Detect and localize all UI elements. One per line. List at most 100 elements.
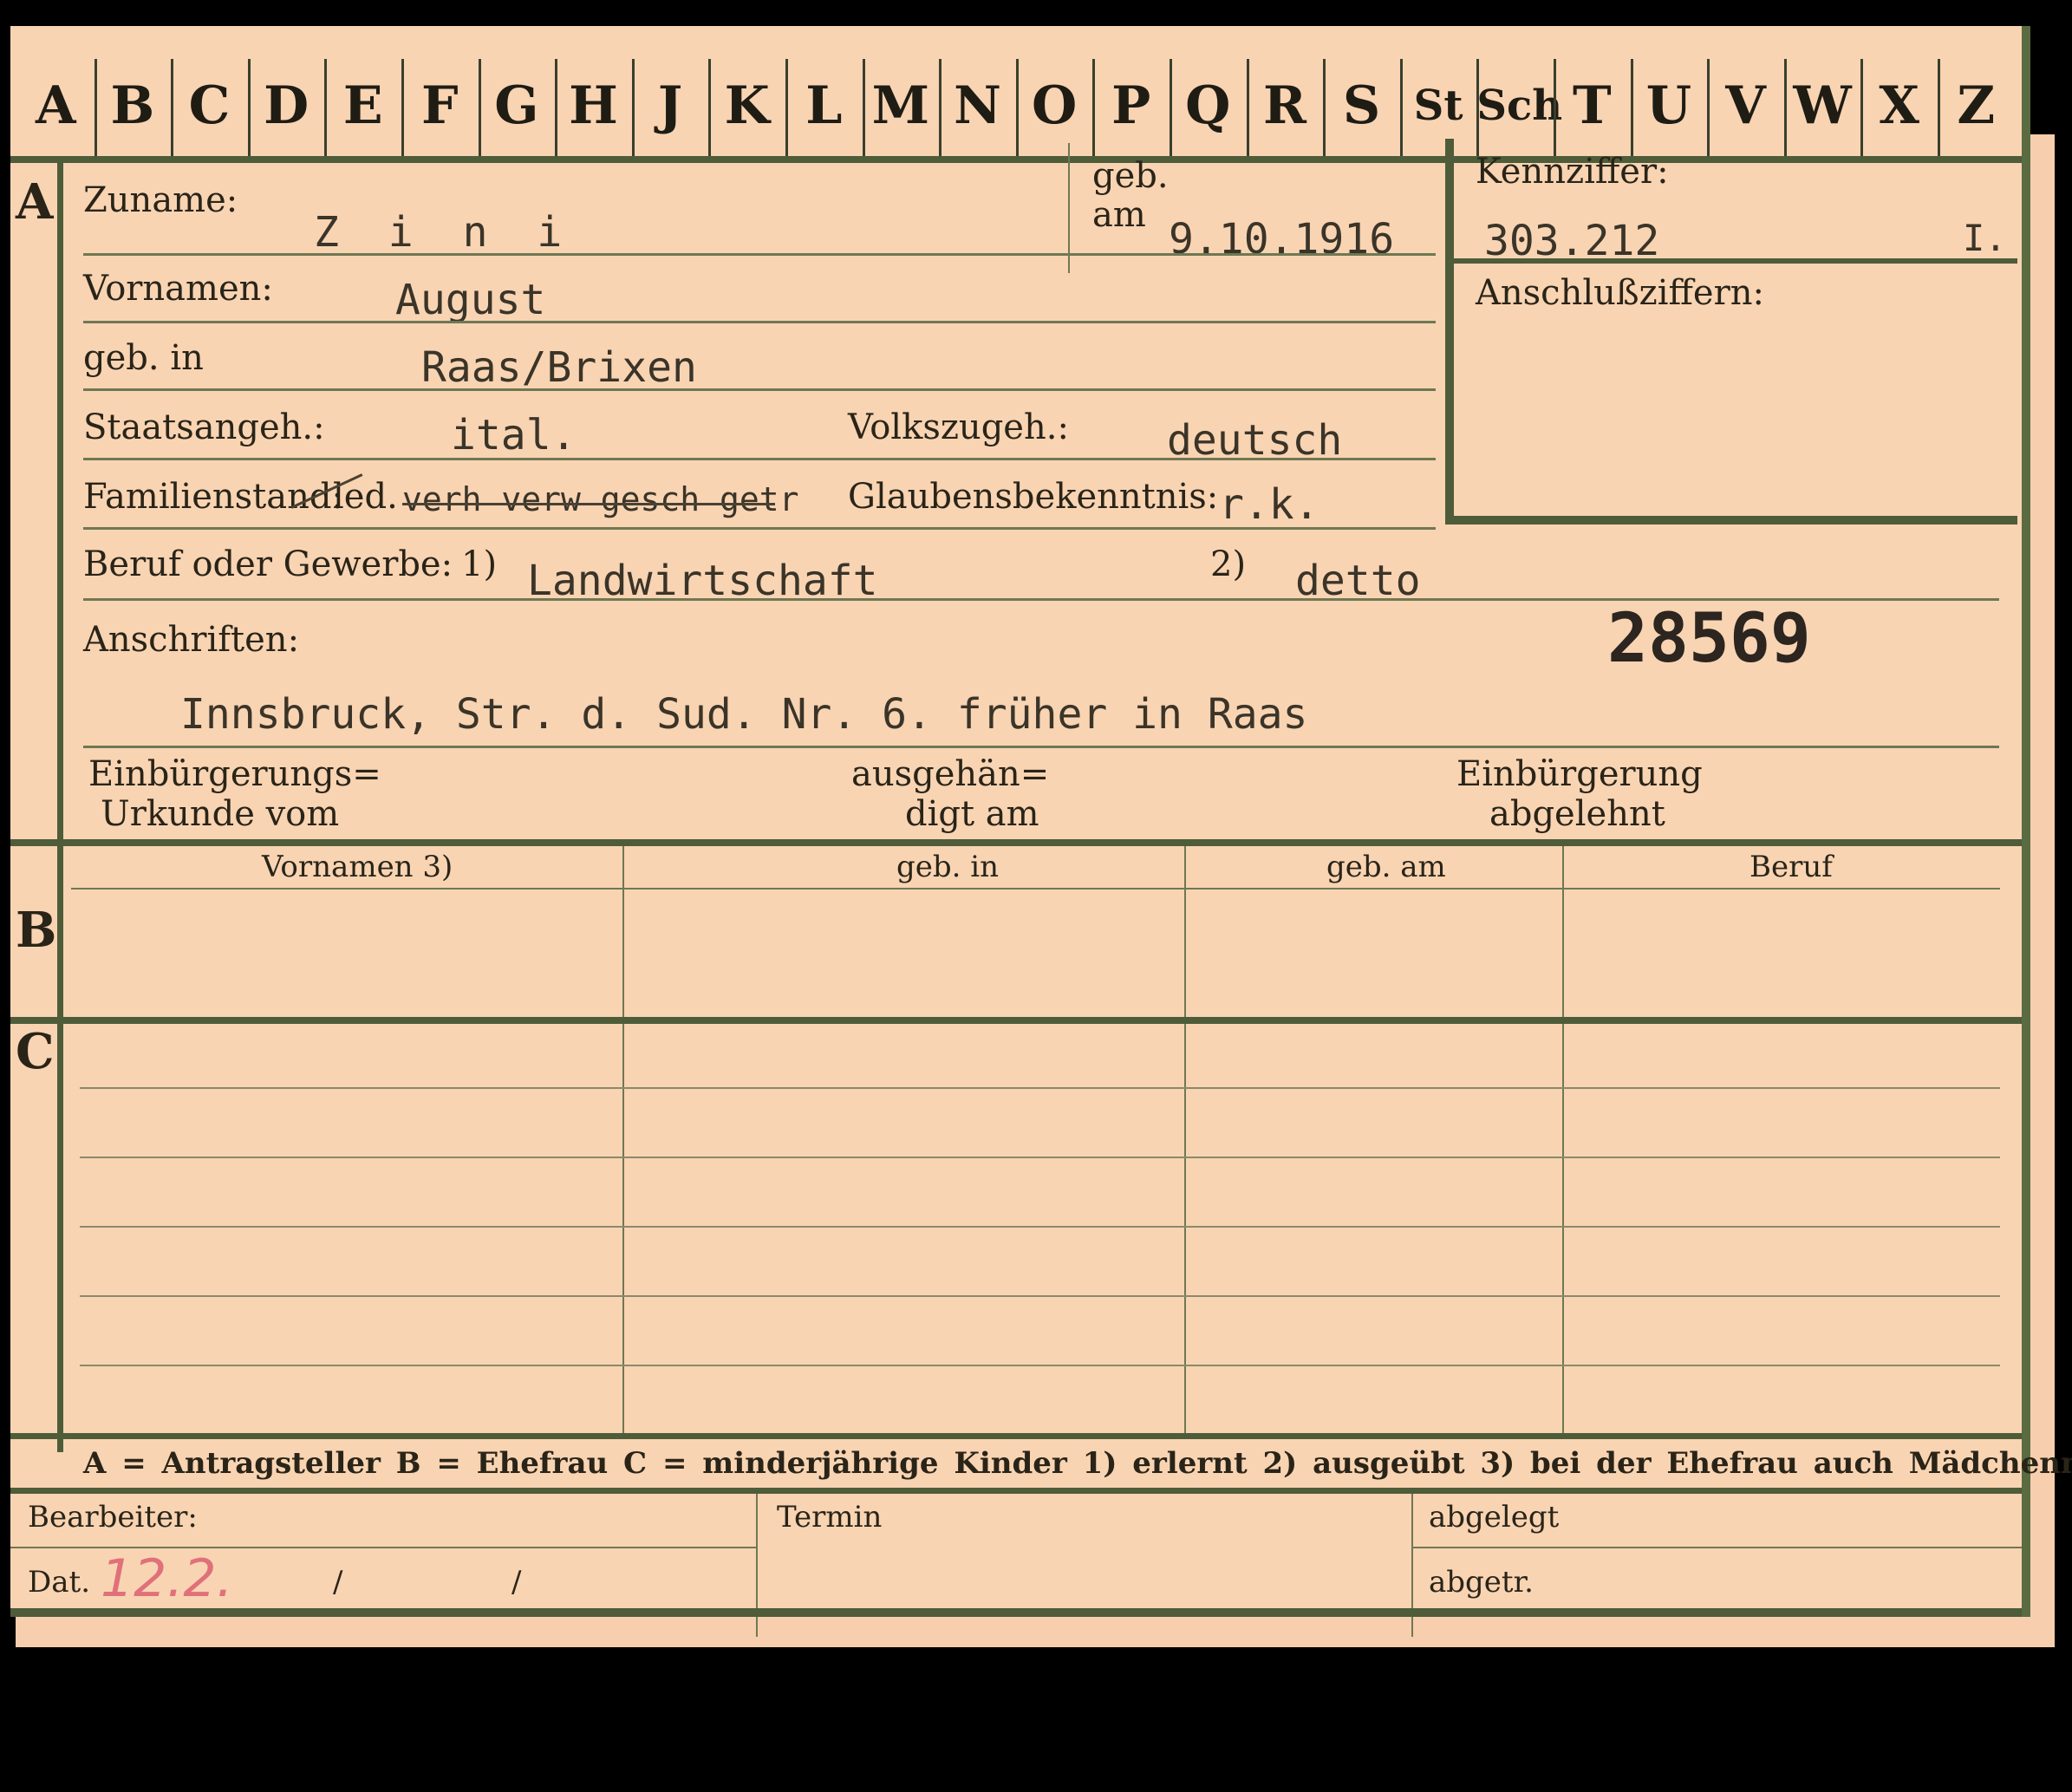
vornamen-label: Vornamen: [83,269,273,309]
geb-am-value: 9.10.1916 [1169,215,1395,264]
anschriften-label: Anschriften: [83,620,300,660]
familienstand-label: Familienstand: [83,477,343,517]
alphabet-separator [1015,59,1019,161]
volkszugeh-label: Volkszugeh.: [848,407,1069,447]
abgetr-label: abgetr. [1429,1565,1534,1600]
kennziffer-label: Kennziffer: [1476,152,1669,192]
geb-label: geb. [1092,156,1169,196]
section-c-row-rule [80,1365,2000,1366]
kennziffer-box [1445,139,2017,525]
section-b-letter: B [16,902,57,959]
zuname-label: Zuname: [83,180,238,220]
dat-handwritten-value: 12.2. [101,1548,233,1609]
alphabet-separator [555,59,558,161]
anschrift-value: Innsbruck, Str. d. Sud. Nr. 6. früher in… [180,690,1308,739]
alphabet-tab-g[interactable]: G [479,59,556,153]
termin-label: Termin [777,1500,883,1535]
table-header-geb-am: geb. am [1326,850,1446,884]
einbuergerungs-urkunde-label-2: Urkunde vom [101,794,340,834]
alphabet-separator [1399,59,1403,161]
staatsangeh-value: ital. [451,411,577,459]
familienstand-rule [83,527,1436,530]
beruf-footnote-1: 1) [461,544,498,584]
alphabet-tab-f[interactable]: F [401,59,479,153]
glaubensbekenntnis-value: r.k. [1219,480,1319,529]
alphabet-tab-q[interactable]: Q [1170,59,1247,153]
alphabet-tab-l[interactable]: L [785,59,863,153]
alphabet-tab-e[interactable]: E [324,59,401,153]
einbuergerung-abgelehnt-label-1: Einbürgerung [1456,754,1703,794]
stamp-number: 28569 [1607,600,1811,678]
alphabet-tab-h[interactable]: H [555,59,632,153]
alphabet-separator [401,59,404,161]
dat-slash-2: / [511,1565,522,1600]
table-col-divider-2 [1184,846,1186,1436]
section-b-bottom-rule [10,1017,2022,1024]
beruf-footnote-2: 2) [1210,544,1247,584]
anschlussziffern-label: Anschlußziffern: [1476,273,1764,313]
alphabet-separator [1323,59,1326,161]
alphabet-tab-o[interactable]: O [1016,59,1093,153]
table-header-rule [71,888,2000,889]
section-c-letter: C [16,1023,55,1080]
section-c-row-rule [80,1295,2000,1297]
kennziffer-suffix: I. [1963,217,2007,259]
table-header-geb-in: geb. in [896,850,1000,884]
staatsangeh-label: Staatsangeh.: [83,407,325,447]
table-header-beruf: Beruf [1749,850,1833,884]
alphabet-separator [171,59,174,161]
einbuergerungs-urkunde-label-1: Einbürgerungs= [88,754,381,794]
alphabet-tab-p[interactable]: P [1092,59,1170,153]
alphabet-separator [631,59,635,161]
section-c-row-rule [80,1087,2000,1089]
vornamen-rule [83,321,1436,323]
section-c-bottom-rule [10,1433,2022,1439]
alphabet-separator [1170,59,1172,161]
alphabet-tab-d[interactable]: D [248,59,325,153]
table-col-divider-3 [1562,846,1564,1436]
alphabet-tab-j[interactable]: J [632,59,709,153]
alphabet-separator [478,59,481,161]
alphabet-separator [708,59,712,161]
alphabet-tab-s[interactable]: S [1323,59,1400,153]
section-a-bottom-rule [10,839,2022,846]
am-label: am [1092,195,1146,235]
table-col-divider-1 [622,846,624,1436]
alphabet-tab-a[interactable]: A [17,59,94,153]
alphabet-separator [785,59,788,161]
legend-bottom-rule [10,1488,2022,1494]
alphabet-separator [939,59,942,161]
registration-card: A B C D E F G H J K L M N O P Q R S St Sch T U V W X Z A B C Zuna… [10,26,2072,1637]
card-bottom-rule [10,1608,2022,1617]
staatsangeh-rule [83,458,1436,460]
alphabet-tab-r[interactable]: R [1247,59,1324,153]
abgelegt-rule [1413,1547,2022,1548]
alphabet-separator [94,59,97,161]
alphabet-tab-b[interactable]: B [94,59,172,153]
alphabet-tab-c[interactable]: C [171,59,248,153]
vornamen-value: August [395,276,546,324]
ausgehaendigt-label-2: digt am [905,794,1039,834]
alphabet-tab-m[interactable]: M [863,59,940,153]
anschrift-rule [83,746,1999,748]
left-frame-rule [57,163,63,1452]
abgelegt-label: abgelegt [1429,1500,1560,1535]
alphabet-separator [1246,59,1249,161]
alphabet-separator [1092,59,1096,161]
familienstand-strikethrough [402,503,775,505]
zuname-value: Z i n i [314,208,575,257]
section-a-letter: A [16,173,54,231]
geb-in-label: geb. in [83,338,204,378]
section-c-row-rule [80,1157,2000,1158]
zuname-rule [83,253,1436,256]
alphabet-separator [324,59,328,161]
alphabet-separator [862,59,865,161]
alphabet-tab-n[interactable]: N [939,59,1016,153]
beruf-label: Beruf oder Gewerbe: [83,544,453,584]
alphabet-tab-k[interactable]: K [708,59,785,153]
legend-text: A = Antragsteller B = Ehefrau C = minder… [83,1446,2072,1481]
geb-in-value: Raas/Brixen [421,343,697,392]
table-header-vornamen: Vornamen 3) [262,850,453,884]
dat-slash-1: / [333,1565,343,1600]
alphabet-separator [247,59,251,161]
